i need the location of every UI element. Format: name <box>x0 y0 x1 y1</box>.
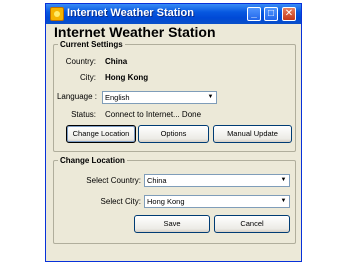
status-label: Status: <box>71 110 96 119</box>
country-select-value: China <box>147 176 167 185</box>
app-window: Internet Weather Station _ □ ✕ Internet … <box>45 3 302 262</box>
current-settings-legend: Current Settings <box>60 40 123 49</box>
manual-update-button[interactable]: Manual Update <box>213 125 292 143</box>
city-label: City: <box>80 73 96 82</box>
country-select[interactable]: China ▼ <box>144 174 290 187</box>
close-button[interactable]: ✕ <box>282 7 296 21</box>
chevron-down-icon[interactable]: ▼ <box>279 176 288 185</box>
country-label: Country: <box>65 57 96 66</box>
select-city-label: Select City: <box>100 197 141 206</box>
city-select[interactable]: Hong Kong ▼ <box>144 195 290 208</box>
city-select-value: Hong Kong <box>147 197 185 206</box>
select-country-label: Select Country: <box>86 176 141 185</box>
minimize-button[interactable]: _ <box>247 7 261 21</box>
title-bar[interactable]: Internet Weather Station _ □ ✕ <box>46 4 301 24</box>
language-select[interactable]: English ▼ <box>102 91 217 104</box>
cancel-button[interactable]: Cancel <box>214 215 290 233</box>
options-button[interactable]: Options <box>138 125 209 143</box>
status-value: Connect to Internet... Done <box>105 110 202 119</box>
maximize-button[interactable]: □ <box>264 7 278 21</box>
save-button[interactable]: Save <box>134 215 210 233</box>
window-title: Internet Weather Station <box>67 7 194 19</box>
language-select-value: English <box>105 93 130 102</box>
change-location-legend: Change Location <box>60 156 125 165</box>
change-location-button[interactable]: Change Location <box>66 125 136 143</box>
chevron-down-icon[interactable]: ▼ <box>279 197 288 206</box>
language-label: Language : <box>56 92 97 101</box>
country-value: China <box>105 57 128 66</box>
sun-app-icon <box>50 7 64 21</box>
city-value: Hong Kong <box>105 73 149 82</box>
chevron-down-icon[interactable]: ▼ <box>206 93 215 102</box>
page-title: Internet Weather Station <box>54 24 216 40</box>
